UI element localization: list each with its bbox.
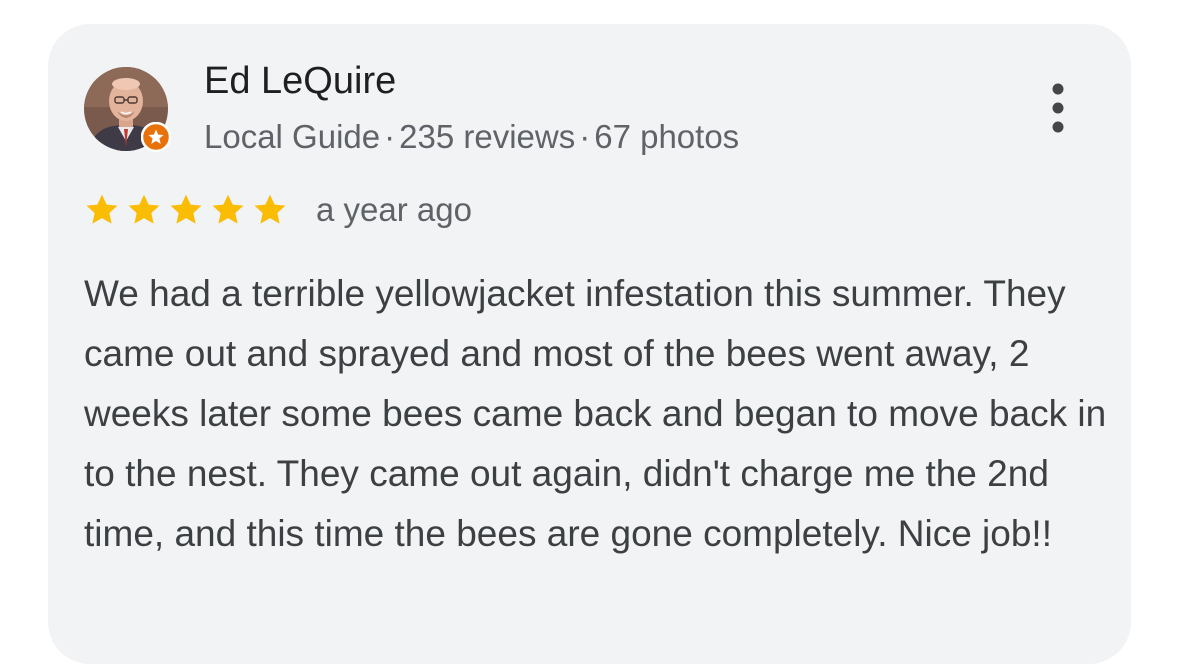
- review-text: We had a terrible yellowjacket infestati…: [84, 273, 1107, 554]
- meta-separator: ·: [384, 118, 396, 155]
- reviewer-meta: Local Guide · 235 reviews · 67 photos: [204, 118, 739, 156]
- star-icon: [252, 192, 288, 228]
- more-vert-icon: [1052, 83, 1064, 133]
- rating-row: a year ago: [84, 190, 472, 230]
- star-icon: [168, 192, 204, 228]
- star-icon: [126, 192, 162, 228]
- local-guide-badge-icon: [141, 122, 171, 152]
- photos-count: 67 photos: [594, 118, 740, 155]
- star-icon: [84, 192, 120, 228]
- star-rating: [84, 192, 294, 228]
- meta-separator: ·: [579, 118, 591, 155]
- local-guide-label: Local Guide: [204, 118, 381, 155]
- reviewer-name[interactable]: Ed LeQuire: [204, 60, 396, 103]
- more-options-button[interactable]: [1036, 76, 1080, 140]
- reviews-count: 235 reviews: [399, 118, 576, 155]
- reviewer-avatar-wrap[interactable]: [84, 67, 171, 152]
- star-icon: [210, 192, 246, 228]
- review-time: a year ago: [316, 191, 472, 228]
- review-card: Ed LeQuire Local Guide · 235 reviews · 67 ph…: [48, 24, 1131, 664]
